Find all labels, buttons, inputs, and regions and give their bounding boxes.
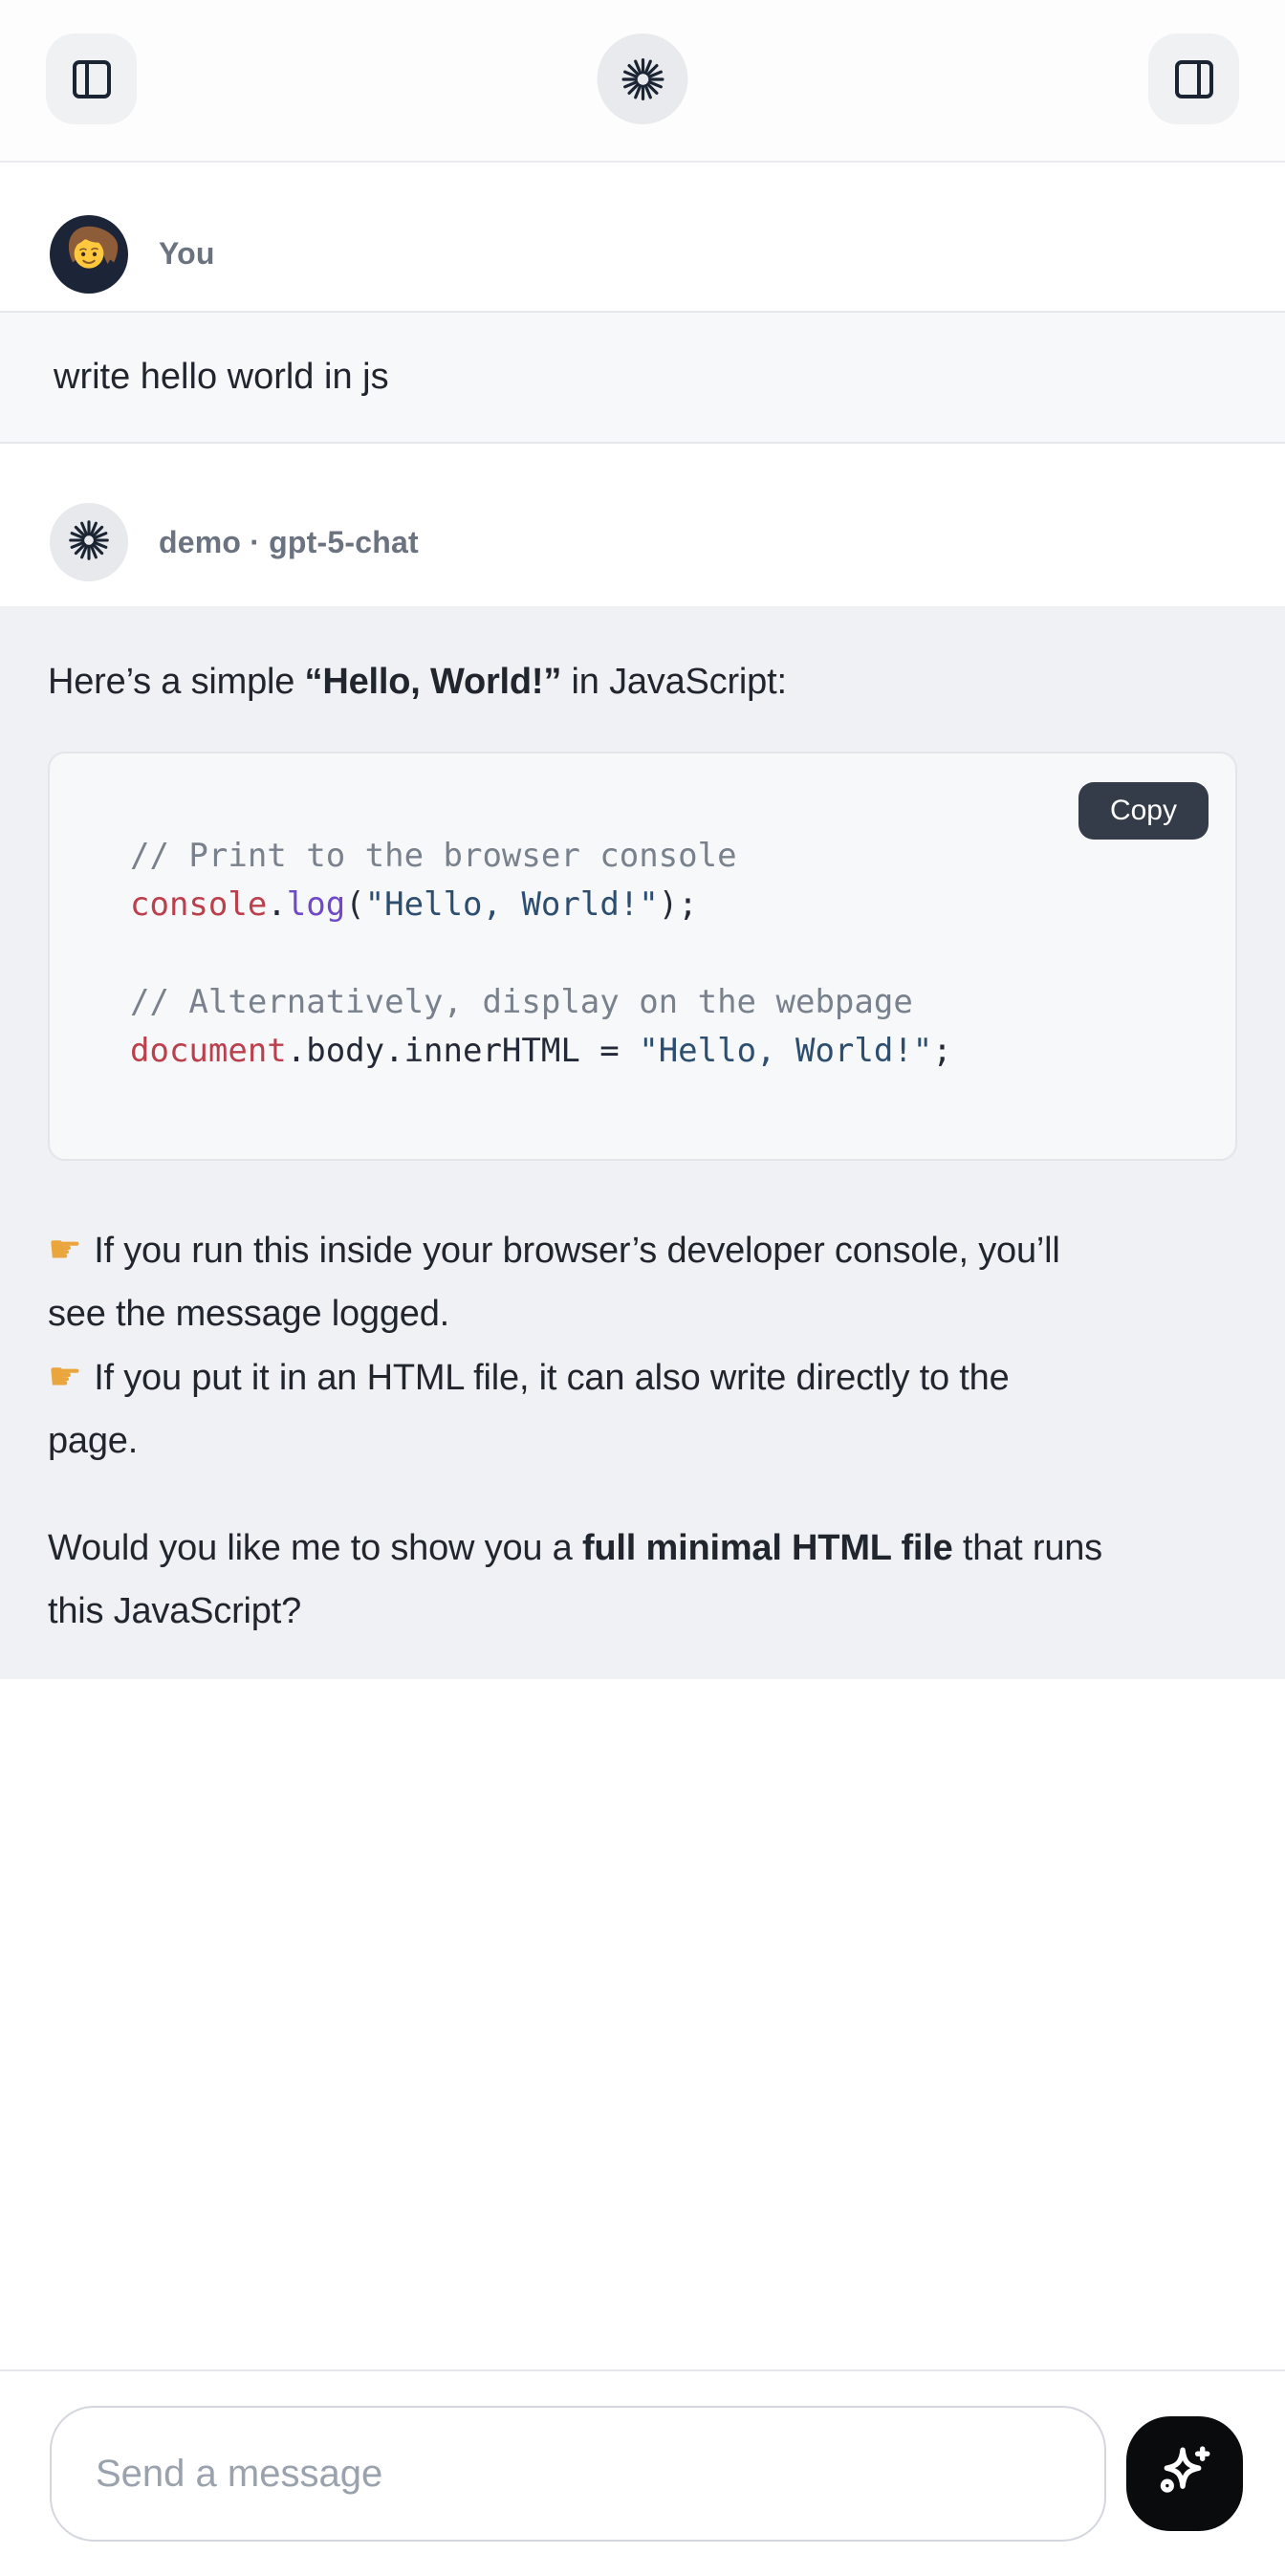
tip-1-text: If you run this inside your browser’s de… [48,1231,1060,1334]
assistant-tips-text: ☛ If you run this inside your browser’s … [48,1218,1237,1473]
code-content: // Print to the browser console console.… [50,753,1235,1076]
user-sender-label: You [159,236,215,272]
user-message-bubble: write hello world in js [0,311,1285,444]
starburst-icon [620,56,665,102]
chat-app: You write hello world in js [0,0,1285,2576]
user-message-header: You [0,163,1285,311]
copy-code-button[interactable]: Copy [1078,782,1209,840]
assistant-message-header: demo · gpt-5-chat [0,444,1285,606]
panel-left-icon [69,56,115,102]
assistant-avatar [50,503,128,581]
model-home-button[interactable] [598,33,688,124]
composer-bar [0,2369,1285,2576]
message-input[interactable] [50,2406,1106,2542]
right-panel-toggle-button[interactable] [1148,33,1239,124]
person-emoji-icon [50,215,128,294]
user-message-text: write hello world in js [54,357,389,398]
chat-scroll-area [0,1679,1285,2369]
assistant-question-text: Would you like me to show you a full min… [48,1517,1237,1643]
assistant-model-label: demo · gpt-5-chat [159,525,419,560]
sparkles-icon [1152,2440,1217,2508]
tip-2-text: If you put it in an HTML file, it can al… [48,1358,1010,1461]
assistant-message-bubble: Here’s a simple “Hello, World!” in JavaS… [0,606,1285,1679]
assistant-intro-text: Here’s a simple “Hello, World!” in JavaS… [48,650,1237,713]
sidebar-toggle-button[interactable] [46,33,137,124]
user-avatar [50,215,128,294]
code-block: // Print to the browser console console.… [48,752,1237,1161]
pointing-right-icon: ☛ [48,1228,94,1272]
starburst-icon [68,519,110,566]
panel-right-icon [1171,56,1217,102]
send-button[interactable] [1126,2416,1243,2531]
top-bar [0,0,1285,163]
pointing-right-icon: ☛ [48,1355,94,1399]
